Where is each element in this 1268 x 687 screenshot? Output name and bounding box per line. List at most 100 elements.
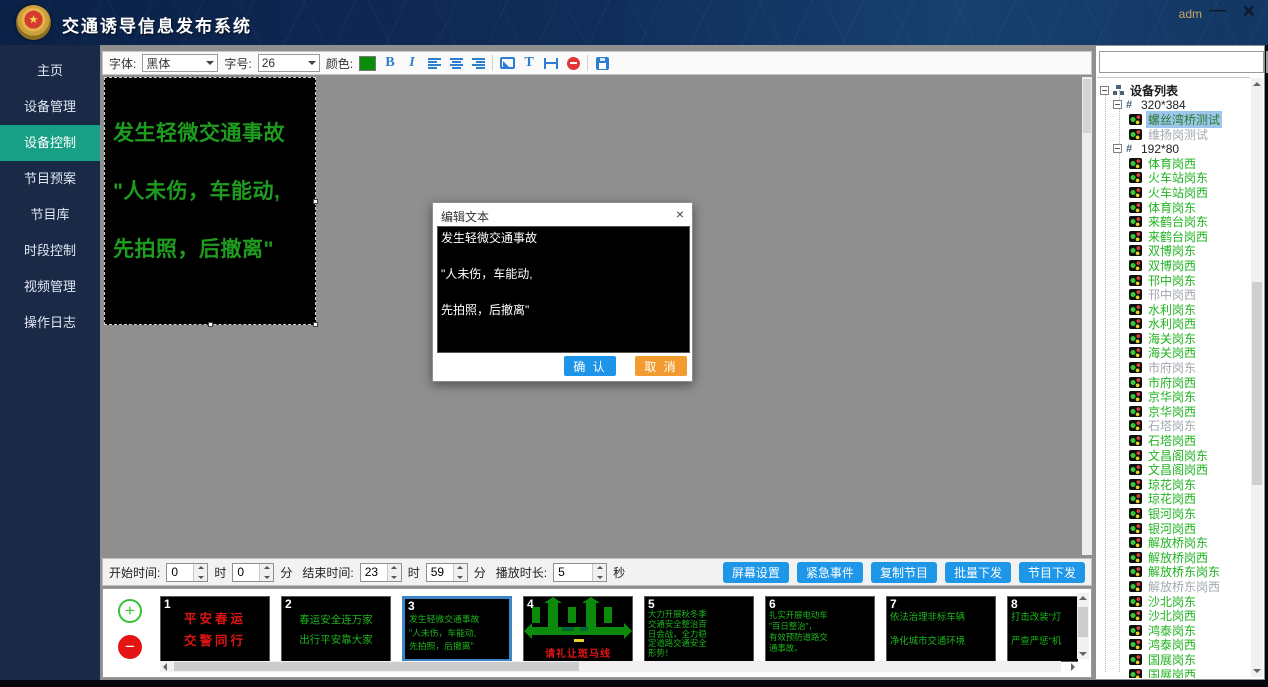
start-hour-stepper[interactable] [166, 563, 208, 582]
start-minute-stepper[interactable] [232, 563, 274, 582]
tree-node[interactable]: 银河岗西 [1097, 521, 1250, 536]
scroll-right-icon[interactable] [1071, 663, 1075, 671]
tree-node[interactable]: 市府岗东 [1097, 360, 1250, 375]
tree-node[interactable]: 京华岗西 [1097, 404, 1250, 419]
tree-node[interactable]: 沙北岗西 [1097, 608, 1250, 623]
add-program-button[interactable]: + [118, 599, 142, 623]
scrollbar-thumb[interactable] [174, 662, 579, 671]
save-button[interactable] [594, 54, 610, 72]
scroll-up-icon[interactable] [1079, 596, 1087, 600]
tree-node[interactable]: 维扬岗测试 [1097, 127, 1250, 142]
close-icon[interactable]: × [676, 206, 684, 222]
confirm-button[interactable]: 确 认 [564, 356, 616, 376]
scrollbar-thumb[interactable] [1252, 282, 1262, 486]
tree-node[interactable]: 火车站岗东 [1097, 171, 1250, 186]
duration-input[interactable] [554, 564, 592, 581]
tree-node[interactable]: 双博岗西 [1097, 258, 1250, 273]
tree-node[interactable]: 火车站岗西 [1097, 185, 1250, 200]
sidebar-item-2[interactable]: 设备管理 [0, 89, 100, 125]
font-select[interactable]: 黑体 [142, 54, 218, 72]
action-button-3[interactable]: 复制节目 [871, 562, 937, 583]
tree-node[interactable]: 螺丝湾桥测试 [1097, 112, 1250, 127]
dialog-textarea[interactable]: 发生轻微交通事故 "人未伤，车能动, 先拍照，后撤离" [437, 226, 690, 353]
tree-node[interactable]: #192*80 [1097, 141, 1250, 156]
italic-button[interactable]: I [404, 54, 420, 72]
spin-up-icon[interactable] [454, 564, 467, 573]
spin-up-icon[interactable] [593, 564, 606, 573]
tree-scrollbar[interactable] [1251, 78, 1263, 677]
tree-node[interactable]: 文昌阁岗西 [1097, 462, 1250, 477]
scroll-up-icon[interactable] [1253, 82, 1261, 86]
align-left-button[interactable] [426, 54, 442, 72]
tree-node[interactable]: 银河岗东 [1097, 506, 1250, 521]
playlist-item-1[interactable]: 1平安春运 交警同行 [160, 596, 270, 662]
fit-width-button[interactable] [543, 54, 559, 72]
scrollbar-thumb[interactable] [1083, 79, 1091, 133]
collapse-toggle-icon[interactable] [1113, 100, 1122, 109]
tree-node[interactable]: 市府岗西 [1097, 375, 1250, 390]
sidebar-item-3[interactable]: 设备控制 [0, 125, 100, 161]
playlist-item-3[interactable]: 3发生轻微交通事故 "人未伤，车能动, 先拍照，后撤离" [402, 596, 512, 662]
sidebar-item-1[interactable]: 主页 [0, 53, 100, 89]
tree-node[interactable]: 琼花岗西 [1097, 492, 1250, 507]
spin-down-icon[interactable] [454, 572, 467, 581]
sidebar-item-8[interactable]: 操作日志 [0, 305, 100, 341]
spin-up-icon[interactable] [260, 564, 273, 573]
minimize-icon[interactable]: — [1209, 0, 1226, 20]
action-button-4[interactable]: 批量下发 [945, 562, 1011, 583]
canvas-scrollbar[interactable] [1082, 77, 1092, 555]
spin-up-icon[interactable] [388, 564, 401, 573]
tree-node[interactable]: 国展岗西 [1097, 667, 1250, 678]
tree-node[interactable]: 水利岗东 [1097, 302, 1250, 317]
tree-node[interactable]: 来鹤台岗西 [1097, 229, 1250, 244]
align-center-button[interactable] [448, 54, 464, 72]
insert-text-button[interactable]: T [521, 54, 537, 72]
tree-node[interactable]: #320*384 [1097, 98, 1250, 113]
tree-node[interactable]: 水利岗西 [1097, 317, 1250, 332]
collapse-toggle-icon[interactable] [1100, 86, 1109, 95]
tree-node[interactable]: 文昌阁岗东 [1097, 448, 1250, 463]
tree-node[interactable]: 邗中岗东 [1097, 273, 1250, 288]
cancel-button[interactable]: 取 消 [635, 356, 687, 376]
tree-node[interactable]: 海关岗东 [1097, 331, 1250, 346]
tree-node[interactable]: 来鹤台岗东 [1097, 214, 1250, 229]
action-button-2[interactable]: 紧急事件 [797, 562, 863, 583]
tree-node[interactable]: 设备列表 [1097, 83, 1250, 98]
playlist-item-6[interactable]: 6扎实开展电动车 "百日整治"， 有效预防道路交 通事故。 [765, 596, 875, 662]
scroll-down-icon[interactable] [1079, 652, 1087, 656]
insert-image-button[interactable] [499, 54, 515, 72]
duration-stepper[interactable] [553, 563, 607, 582]
tree-node[interactable]: 鸿泰岗东 [1097, 623, 1250, 638]
bold-button[interactable]: B [382, 54, 398, 72]
playlist-item-8[interactable]: 8打击改装"灯 严查严惩"机 [1007, 596, 1078, 662]
spin-down-icon[interactable] [593, 572, 606, 581]
sidebar-item-6[interactable]: 时段控制 [0, 233, 100, 269]
end-minute-input[interactable] [427, 564, 453, 581]
action-button-1[interactable]: 屏幕设置 [723, 562, 789, 583]
playlist-item-7[interactable]: 7依法治理非标车辆 净化城市交通环境 [886, 596, 996, 662]
playlist-item-5[interactable]: 5大力开展秋冬季 交通安全整治百 日会战，全力稳 定道路交通安全 形势！ [644, 596, 754, 662]
sidebar-item-5[interactable]: 节目库 [0, 197, 100, 233]
tree-node[interactable]: 体育岗东 [1097, 200, 1250, 215]
spin-down-icon[interactable] [194, 572, 207, 581]
tree-node[interactable]: 石塔岗西 [1097, 433, 1250, 448]
playlist-item-2[interactable]: 2春运安全连万家 出行平安靠大家 [281, 596, 391, 662]
scrollbar-thumb[interactable] [1078, 607, 1088, 637]
end-hour-stepper[interactable] [360, 563, 402, 582]
align-right-button[interactable] [470, 54, 486, 72]
playlist-vscrollbar[interactable] [1077, 593, 1089, 659]
resize-handle[interactable] [313, 322, 318, 327]
remove-program-button[interactable]: − [118, 635, 142, 659]
action-button-5[interactable]: 节目下发 [1019, 562, 1085, 583]
scroll-down-icon[interactable] [1253, 669, 1261, 673]
close-icon[interactable]: ✕ [1242, 2, 1256, 22]
tree-node[interactable]: 解放桥岗东 [1097, 535, 1250, 550]
tree-node[interactable]: 解放桥东岗东 [1097, 565, 1250, 580]
tree-node[interactable]: 海关岗西 [1097, 346, 1250, 361]
tree-node[interactable]: 鸿泰岗西 [1097, 638, 1250, 653]
tree-node[interactable]: 邗中岗西 [1097, 287, 1250, 302]
end-hour-input[interactable] [361, 564, 387, 581]
playlist-item-4[interactable]: 4请礼让斑马线 [523, 596, 633, 662]
spin-down-icon[interactable] [260, 572, 273, 581]
font-size-select[interactable]: 26 [258, 54, 320, 72]
